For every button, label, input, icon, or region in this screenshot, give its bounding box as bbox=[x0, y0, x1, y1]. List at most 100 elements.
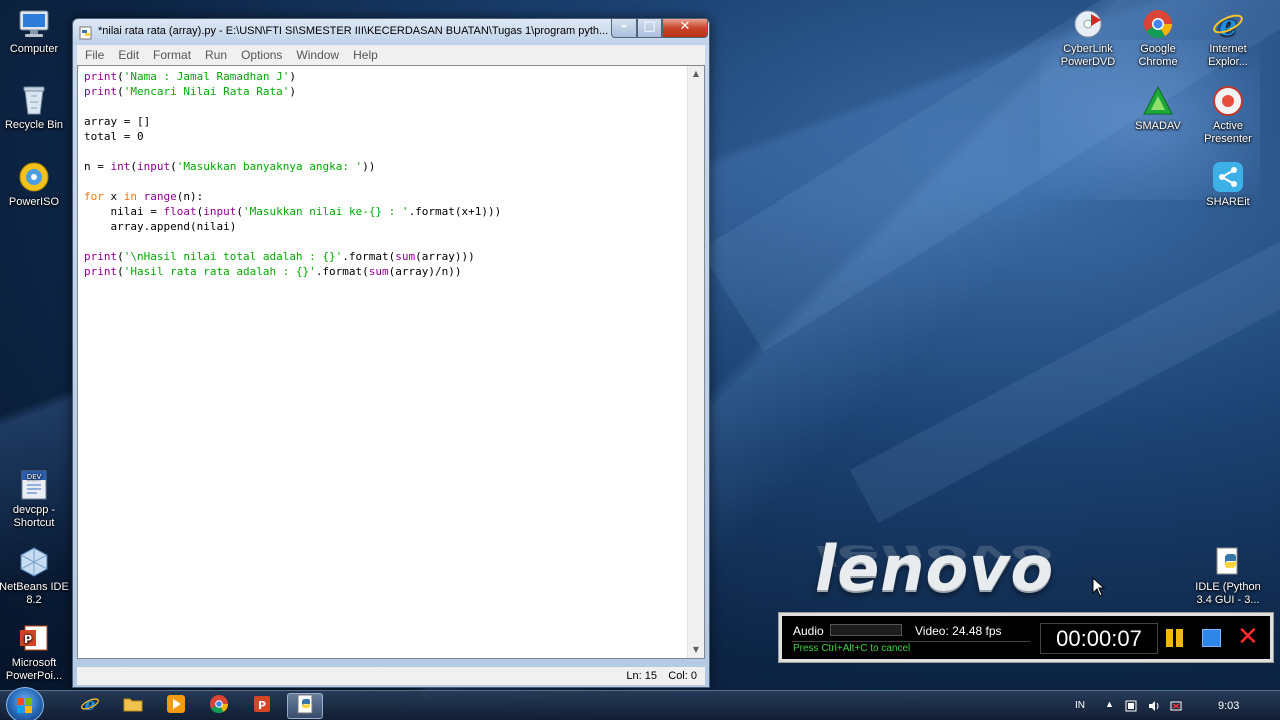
code-token: for bbox=[84, 190, 104, 203]
pause-icon[interactable] bbox=[1164, 627, 1186, 649]
menu-run[interactable]: Run bbox=[198, 48, 234, 62]
taskbar-internet-explorer[interactable]: e bbox=[72, 693, 108, 719]
code-line: print('Mencari Nilai Rata Rata') bbox=[84, 84, 684, 99]
taskbar-idle-python[interactable] bbox=[287, 693, 323, 719]
chrome-icon bbox=[209, 694, 229, 718]
taskbar-powerpoint[interactable]: P bbox=[244, 693, 280, 719]
code-token: array.append(nilai) bbox=[84, 220, 237, 233]
volume-icon[interactable] bbox=[1148, 700, 1160, 712]
show-hidden-icons-icon[interactable]: ▲ bbox=[1105, 699, 1114, 709]
desktop-icon-recycle-bin[interactable]: Recycle Bin bbox=[0, 84, 70, 132]
start-button[interactable] bbox=[6, 687, 44, 720]
code-token: print bbox=[84, 250, 118, 263]
desktop-icon-label: Google Chrome bbox=[1138, 43, 1178, 68]
code-token: ) bbox=[289, 70, 296, 83]
screen-recorder-panel: Audio Video: 24.48 fps Press Ctrl+Alt+C … bbox=[778, 612, 1274, 663]
scroll-down-arrow-icon[interactable]: ▼ bbox=[688, 642, 704, 658]
desktop-icon-powerpoint[interactable]: P Microsoft PowerPoi... bbox=[0, 622, 70, 683]
recorder-cancel-hint: Press Ctrl+Alt+C to cancel bbox=[793, 643, 911, 654]
code-editor[interactable]: print('Nama : Jamal Ramadhan J') print('M… bbox=[77, 65, 705, 659]
menu-window[interactable]: Window bbox=[289, 48, 346, 62]
chrome-icon bbox=[1141, 8, 1175, 40]
code-token: .format( bbox=[342, 250, 396, 263]
taskbar-media-player[interactable] bbox=[158, 693, 194, 719]
code-token: .format(x+1))) bbox=[408, 205, 502, 218]
desktop-icon-label: PowerISO bbox=[8, 196, 60, 208]
code-text[interactable]: print('Nama : Jamal Ramadhan J') print('M… bbox=[84, 69, 684, 279]
desktop-icon-shareit[interactable]: SHAREit bbox=[1192, 161, 1264, 209]
maximize-button[interactable]: □ bbox=[637, 19, 662, 38]
menu-file[interactable]: File bbox=[77, 48, 111, 62]
code-line: n = int(input('Masukkan banyaknya angka:… bbox=[84, 159, 684, 174]
scroll-up-arrow-icon[interactable]: ▲ bbox=[688, 66, 704, 82]
clock[interactable]: 9:03 bbox=[1218, 700, 1239, 712]
menu-options[interactable]: Options bbox=[234, 48, 289, 62]
powerpoint-icon: P bbox=[252, 694, 272, 718]
menu-help[interactable]: Help bbox=[346, 48, 385, 62]
action-center-icon[interactable] bbox=[1170, 700, 1182, 712]
code-token: 'Masukkan banyaknya angka: ' bbox=[176, 160, 363, 173]
taskbar-file-explorer[interactable] bbox=[115, 693, 151, 719]
minimize-icon: – bbox=[620, 19, 628, 34]
desktop-icon-label: Recycle Bin bbox=[4, 119, 64, 131]
poweriso-icon bbox=[17, 161, 51, 193]
python-idle-icon bbox=[295, 694, 315, 718]
desktop-icon-poweriso[interactable]: PowerISO bbox=[0, 161, 70, 209]
media-player-icon bbox=[166, 694, 186, 718]
desktop-icon-devcpp[interactable]: DEV devcpp - Shortcut bbox=[0, 469, 70, 530]
svg-text:e: e bbox=[1219, 9, 1237, 40]
active-presenter-icon bbox=[1211, 85, 1245, 117]
vertical-scrollbar[interactable]: ▲ ▼ bbox=[687, 66, 704, 658]
menu-format[interactable]: Format bbox=[146, 48, 198, 62]
code-token: input bbox=[203, 205, 237, 218]
network-tray-icon[interactable] bbox=[1125, 700, 1137, 712]
code-token: ) bbox=[289, 85, 296, 98]
desktop-icon-idle-python[interactable]: IDLE (Python 3.4 GUI - 3... bbox=[1192, 546, 1264, 607]
folder-icon bbox=[123, 695, 143, 717]
desktop-icon-google-chrome[interactable]: Google Chrome bbox=[1122, 8, 1194, 69]
cancel-recording-icon[interactable]: ✕ bbox=[1237, 622, 1259, 652]
code-line: for x in range(n): bbox=[84, 189, 684, 204]
computer-icon bbox=[17, 8, 51, 40]
netbeans-icon bbox=[17, 546, 51, 578]
window-title: *nilai rata rata (array).py - E:\USN\FTI… bbox=[98, 25, 608, 37]
powerpoint-icon: P bbox=[17, 622, 51, 654]
minimize-button[interactable]: – bbox=[611, 19, 637, 38]
close-icon: ✕ bbox=[679, 19, 691, 34]
close-button[interactable]: ✕ bbox=[662, 19, 708, 38]
menu-edit[interactable]: Edit bbox=[111, 48, 146, 62]
shareit-icon bbox=[1211, 161, 1245, 193]
language-indicator[interactable]: IN bbox=[1075, 700, 1085, 711]
idle-editor-window[interactable]: *nilai rata rata (array).py - E:\USN\FTI… bbox=[72, 18, 710, 688]
python-idle-icon bbox=[1211, 546, 1245, 578]
desktop-icon-computer[interactable]: Computer bbox=[0, 8, 70, 56]
desktop-icon-label: NetBeans IDE 8.2 bbox=[0, 581, 69, 606]
desktop-icon-active-presenter[interactable]: Active Presenter bbox=[1192, 85, 1264, 146]
code-line: nilai = float(input('Masukkan nilai ke-{… bbox=[84, 204, 684, 219]
desktop-icon-internet-explorer[interactable]: e Internet Explor... bbox=[1192, 8, 1264, 69]
taskbar-chrome[interactable] bbox=[201, 693, 237, 719]
code-token: nilai = bbox=[84, 205, 164, 218]
status-line: Ln: 15 bbox=[626, 670, 657, 682]
desktop-icon-smadav[interactable]: SMADAV bbox=[1122, 85, 1194, 133]
desktop-icon-cyberlink-powerdvd[interactable]: CyberLink PowerDVD bbox=[1052, 8, 1124, 69]
desktop-icon-netbeans[interactable]: NetBeans IDE 8.2 bbox=[0, 546, 70, 607]
code-token: print bbox=[84, 85, 118, 98]
code-token: ( bbox=[117, 85, 124, 98]
code-token: (n): bbox=[176, 190, 204, 203]
recording-timer: 00:00:07 bbox=[1040, 623, 1158, 654]
svg-text:P: P bbox=[24, 633, 32, 646]
devcpp-icon: DEV bbox=[17, 469, 51, 501]
windows-logo-icon bbox=[17, 698, 33, 713]
window-titlebar[interactable]: *nilai rata rata (array).py - E:\USN\FTI… bbox=[73, 19, 709, 45]
stop-icon[interactable] bbox=[1202, 629, 1221, 647]
code-token: n = bbox=[84, 160, 111, 173]
svg-text:e: e bbox=[85, 695, 96, 714]
recorder-body: Audio Video: 24.48 fps Press Ctrl+Alt+C … bbox=[782, 616, 1270, 659]
svg-text:P: P bbox=[258, 699, 266, 712]
code-line: print('Nama : Jamal Ramadhan J') bbox=[84, 69, 684, 84]
